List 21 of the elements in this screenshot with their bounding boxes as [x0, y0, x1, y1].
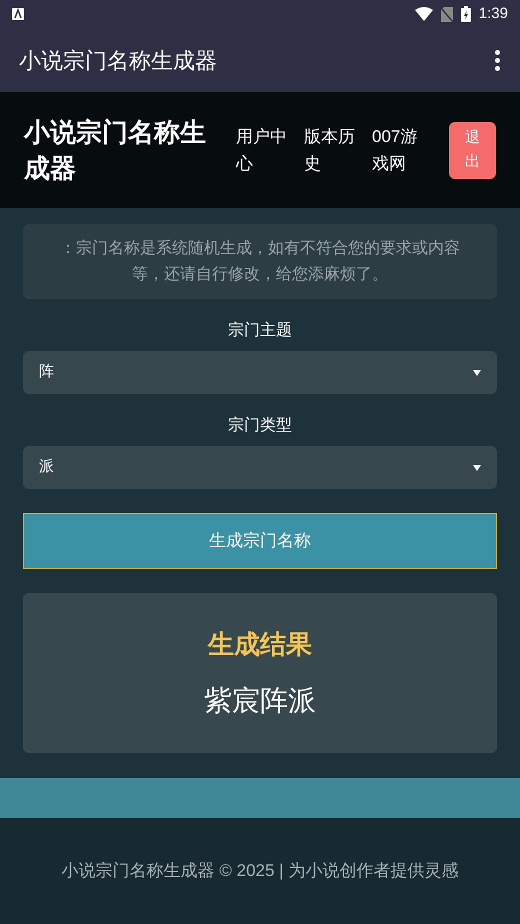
result-name: 紫宸阵派	[204, 684, 316, 718]
notice-text: ：宗门名称是系统随机生成，如有不符合您的要求或内容等，还请自行修改，给您添麻烦了。	[23, 224, 497, 300]
field-label: 宗门主题	[228, 320, 292, 342]
nav-link[interactable]: 版本历史	[304, 122, 360, 178]
no-sim-icon	[440, 6, 453, 22]
battery-charging-icon	[460, 6, 471, 22]
site-title: 小说宗门名称生成器	[24, 116, 207, 185]
dropdown-caret-icon	[473, 464, 481, 471]
footer-text: 小说宗门名称生成器 © 2025 | 为小说创作者提供灵感	[62, 860, 458, 882]
select-field[interactable]: 阵	[23, 351, 497, 394]
nav-link[interactable]: 007游戏网	[372, 122, 428, 178]
status-time: 1:39	[478, 4, 508, 24]
nav-link[interactable]: 用户中心	[236, 122, 292, 178]
field-label: 宗门类型	[228, 416, 292, 436]
result-title: 生成结果	[208, 628, 312, 661]
app-bar-title: 小说宗门名称生成器	[19, 46, 217, 74]
dropdown-caret-icon	[473, 370, 481, 376]
generate-button[interactable]: 生成宗门名称	[23, 513, 497, 570]
wifi-icon	[414, 7, 433, 21]
select-field[interactable]: 派	[23, 446, 497, 490]
app-notification-icon	[12, 8, 24, 20]
